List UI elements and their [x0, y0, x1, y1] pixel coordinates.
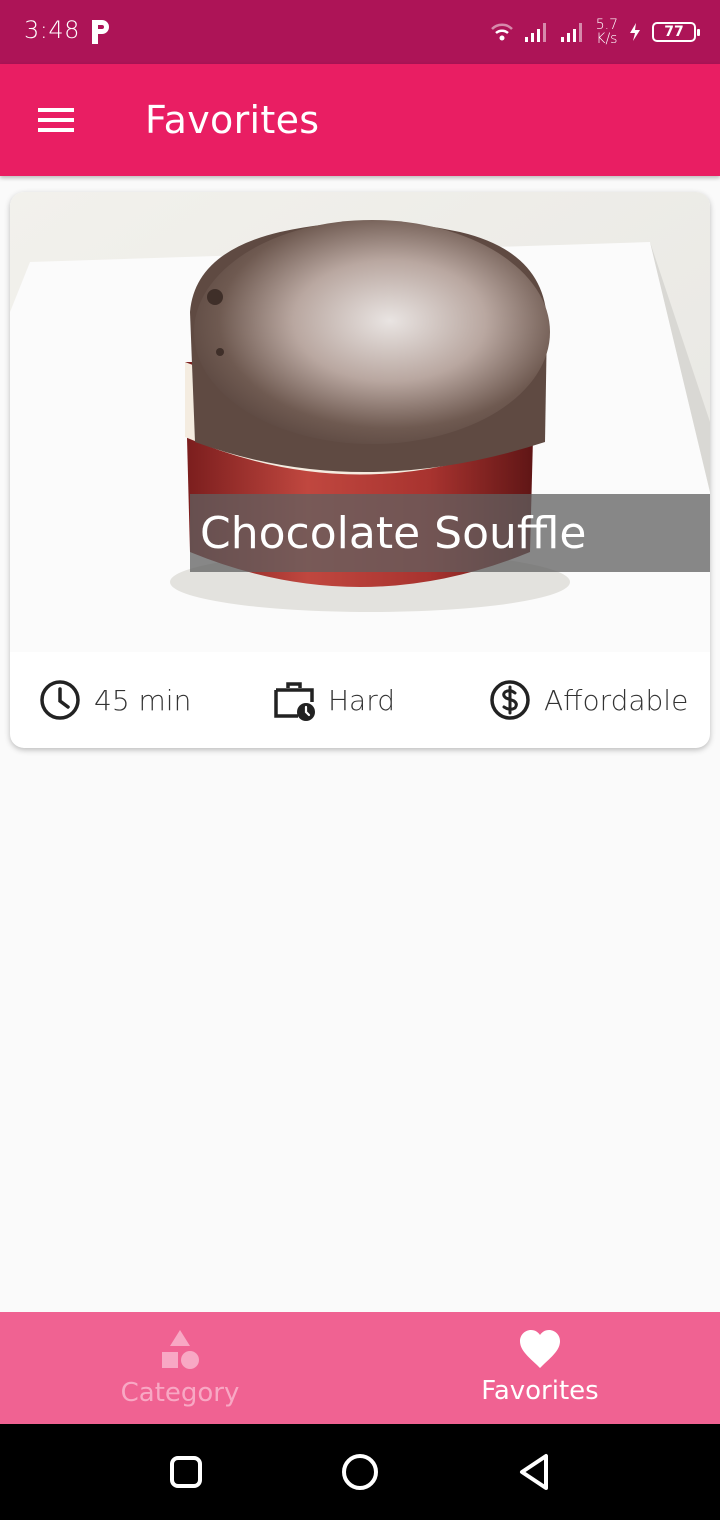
recents-button[interactable] [162, 1448, 210, 1496]
category-icon [162, 1330, 199, 1369]
tab-category-label: Category [120, 1378, 240, 1408]
work-history-icon [274, 682, 315, 721]
meal-title-band: Chocolate Souffle [190, 494, 710, 572]
bottom-navigation: Category Favorites [0, 1312, 720, 1424]
signal-icon [560, 23, 582, 42]
meal-image [10, 192, 710, 652]
back-button[interactable] [510, 1448, 558, 1496]
signal-icon [524, 23, 546, 42]
meal-card[interactable]: Chocolate Souffle 45 min Hard Affordable [10, 192, 710, 748]
dollar-icon [490, 680, 530, 720]
complexity-label: Hard [328, 683, 396, 717]
charging-icon [630, 23, 640, 41]
meal-title: Chocolate Souffle [200, 508, 587, 559]
home-button[interactable] [336, 1448, 384, 1496]
heart-icon [520, 1330, 560, 1368]
tab-favorites[interactable]: Favorites [360, 1312, 720, 1424]
app-bar: Favorites [0, 64, 720, 176]
network-speed-unit: K/s [596, 31, 618, 47]
page-title: Favorites [145, 98, 320, 142]
system-navigation-bar [0, 1424, 720, 1520]
status-bar: 3:48 5.7 K/s 77 [0, 0, 720, 64]
network-speed: 5.7 K/s [596, 18, 618, 46]
menu-icon[interactable] [38, 108, 74, 132]
recents-icon [170, 1456, 202, 1488]
home-icon [342, 1454, 378, 1490]
tab-favorites-label: Favorites [481, 1376, 599, 1406]
status-indicators: 5.7 K/s 77 [490, 14, 700, 50]
parking-app-icon [92, 20, 109, 44]
status-time: 3:48 [24, 16, 80, 44]
network-speed-value: 5.7 [595, 17, 618, 33]
wifi-icon [490, 23, 513, 41]
affordability-label: Affordable [544, 683, 689, 717]
affordability-info: Affordable [488, 678, 688, 722]
tab-category[interactable]: Category [0, 1312, 360, 1424]
duration-info: 45 min [38, 678, 191, 722]
meal-info-row: 45 min Hard Affordable [10, 652, 710, 748]
duration-label: 45 min [94, 683, 192, 717]
back-icon [520, 1454, 548, 1490]
battery-indicator: 77 [652, 22, 700, 42]
clock-icon [40, 680, 80, 720]
complexity-info: Hard [272, 678, 395, 722]
